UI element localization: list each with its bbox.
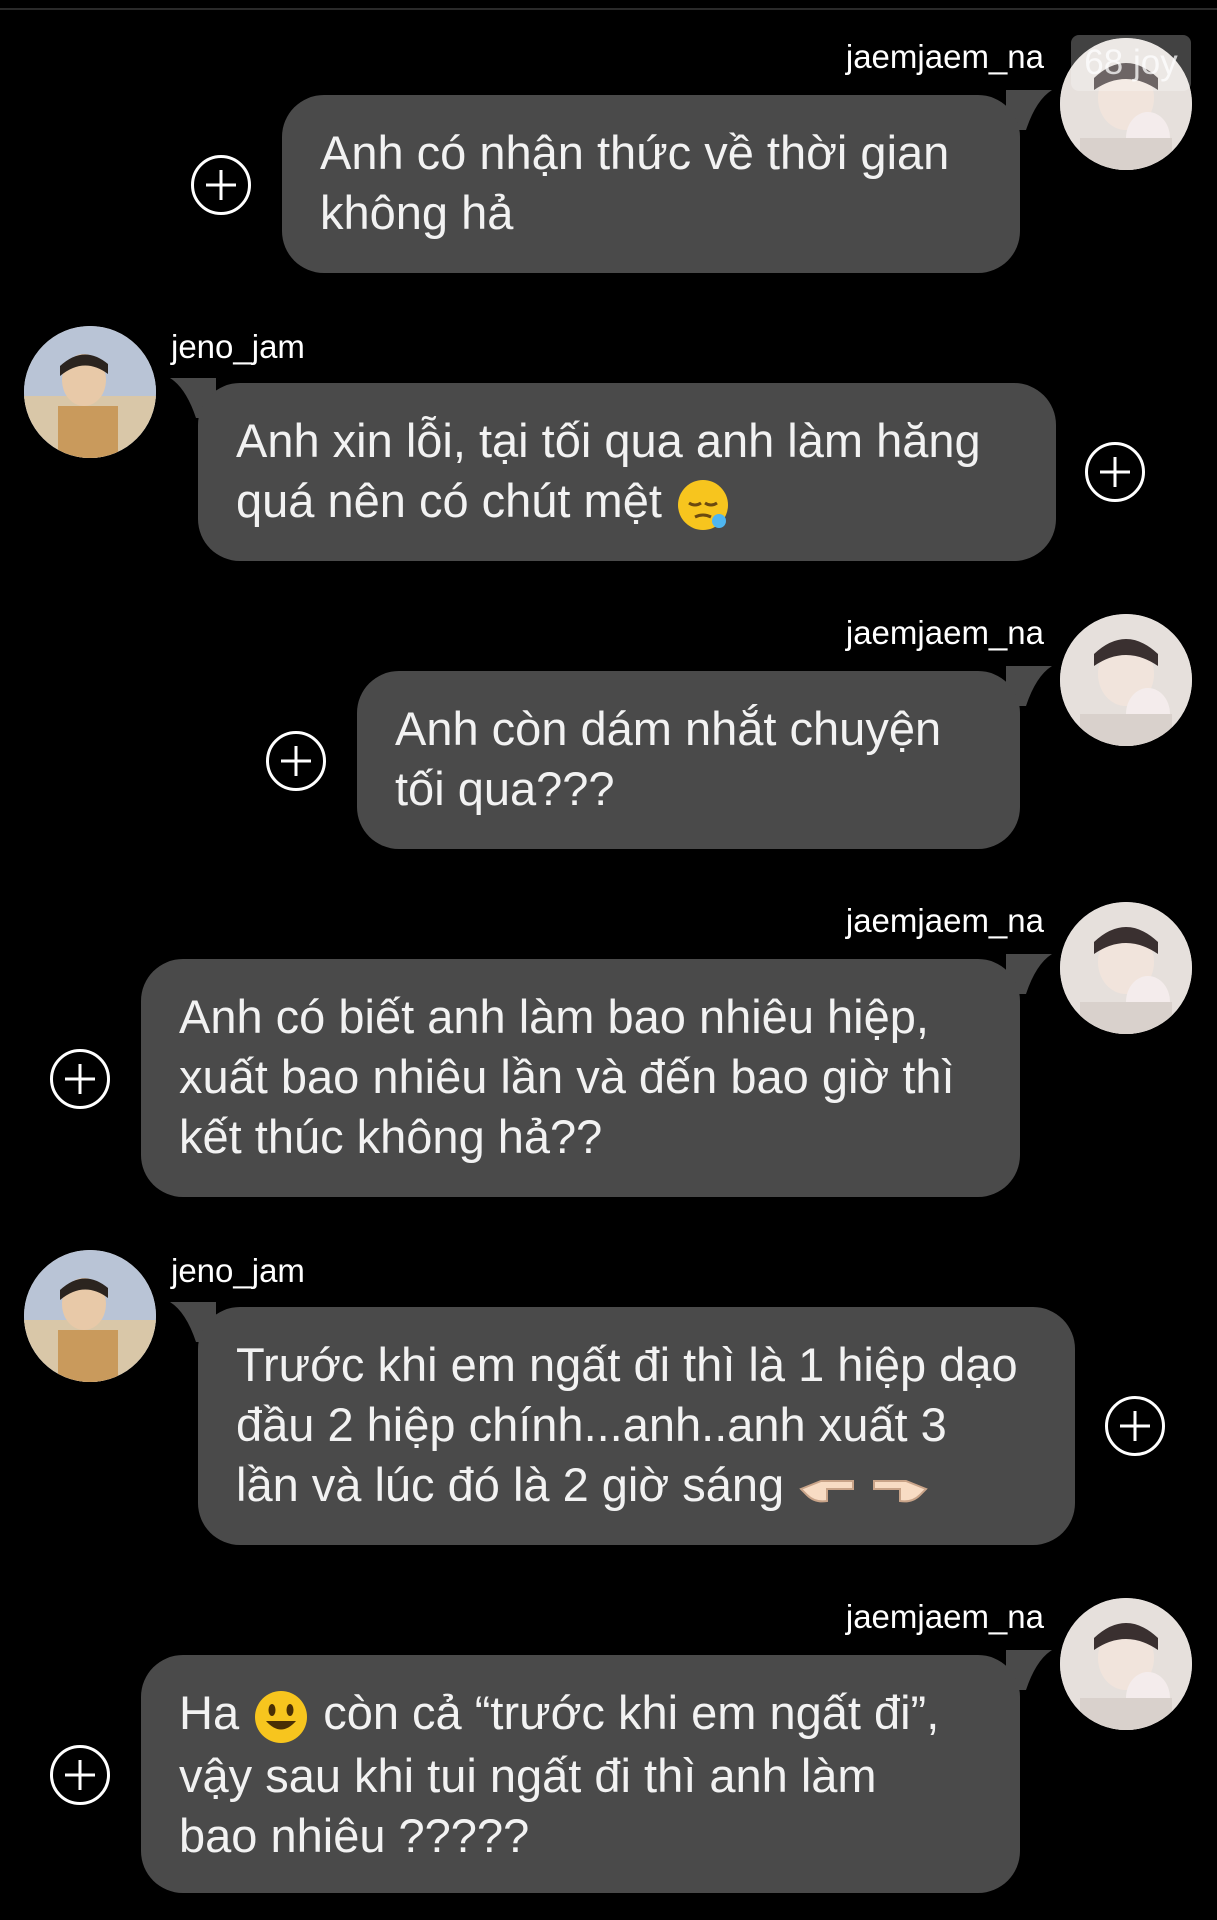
pointing-left-icon [799, 1479, 855, 1502]
sleepy-face-icon [677, 479, 728, 530]
message-bubble[interactable]: Anh còn dám nhắt chuyện tối qua??? [357, 671, 1020, 849]
message-line: Anh xin lỗi, tại tối qua anh làm hăng [236, 414, 981, 467]
message-line: Trước khi em ngất đi thì là 1 hiệp dạo [236, 1338, 1018, 1391]
sender-name: jaemjaem_na [845, 614, 1044, 651]
message-line: Ha [179, 1686, 240, 1739]
message-line: vậy sau khi tui ngất đi thì anh làm [179, 1748, 877, 1802]
message-line: xuất bao nhiêu lần và đến bao giờ thì [179, 1050, 955, 1103]
avatar-jeno[interactable] [24, 326, 156, 458]
message-bubble[interactable]: Ha còn cả “trước khi em ngất đi”, vậy sa… [141, 1655, 1020, 1893]
message-line: Anh có biết anh làm bao nhiêu hiệp, [179, 990, 929, 1043]
sender-name: jaemjaem_na [845, 38, 1044, 75]
message-bubble[interactable]: Trước khi em ngất đi thì là 1 hiệp dạo đ… [198, 1307, 1075, 1545]
avatar-jeno[interactable] [24, 1250, 156, 1382]
message-line: Anh có nhận thức về thời gian [320, 126, 950, 179]
add-reaction-button[interactable] [50, 1049, 110, 1109]
message-line: đầu 2 hiệp chính...anh..anh xuất 3 [236, 1398, 947, 1451]
message-bubble[interactable]: Anh có nhận thức về thời gian không hả [282, 95, 1020, 273]
avatar-jaemjaem[interactable] [1060, 614, 1192, 746]
avatar-jaemjaem[interactable] [1060, 1598, 1192, 1730]
add-reaction-button[interactable] [266, 731, 326, 791]
message-line: bao nhiêu ????? [179, 1808, 530, 1862]
message-line: còn cả “trước khi em ngất đi”, [323, 1686, 940, 1739]
sender-name: jaemjaem_na [845, 1598, 1044, 1635]
message-line: lần và lúc đó là 2 giờ sáng [236, 1458, 785, 1511]
add-reaction-button[interactable] [50, 1745, 110, 1805]
sender-name: jaemjaem_na [845, 902, 1044, 939]
pointing-right-icon [873, 1479, 929, 1502]
sender-name: jeno_jam [171, 328, 305, 365]
message-bubble[interactable]: Anh có biết anh làm bao nhiêu hiệp, xuất… [141, 959, 1020, 1197]
message-line: kết thúc không hả?? [179, 1110, 603, 1163]
message-line: Anh còn dám nhắt chuyện [395, 702, 942, 755]
top-divider [0, 8, 1217, 10]
message-line: không hả [320, 186, 514, 239]
avatar-jaemjaem[interactable] [1060, 902, 1192, 1034]
smiling-face-icon [255, 1690, 308, 1743]
sender-name: jeno_jam [171, 1252, 305, 1289]
message-line: quá nên có chút mệt [236, 474, 662, 527]
watermark: 68 joy [1071, 35, 1191, 91]
add-reaction-button[interactable] [1085, 442, 1145, 502]
add-reaction-button[interactable] [191, 155, 251, 215]
message-bubble[interactable]: Anh xin lỗi, tại tối qua anh làm hăng qu… [198, 383, 1056, 561]
message-line: tối qua??? [395, 762, 615, 815]
add-reaction-button[interactable] [1105, 1396, 1165, 1456]
